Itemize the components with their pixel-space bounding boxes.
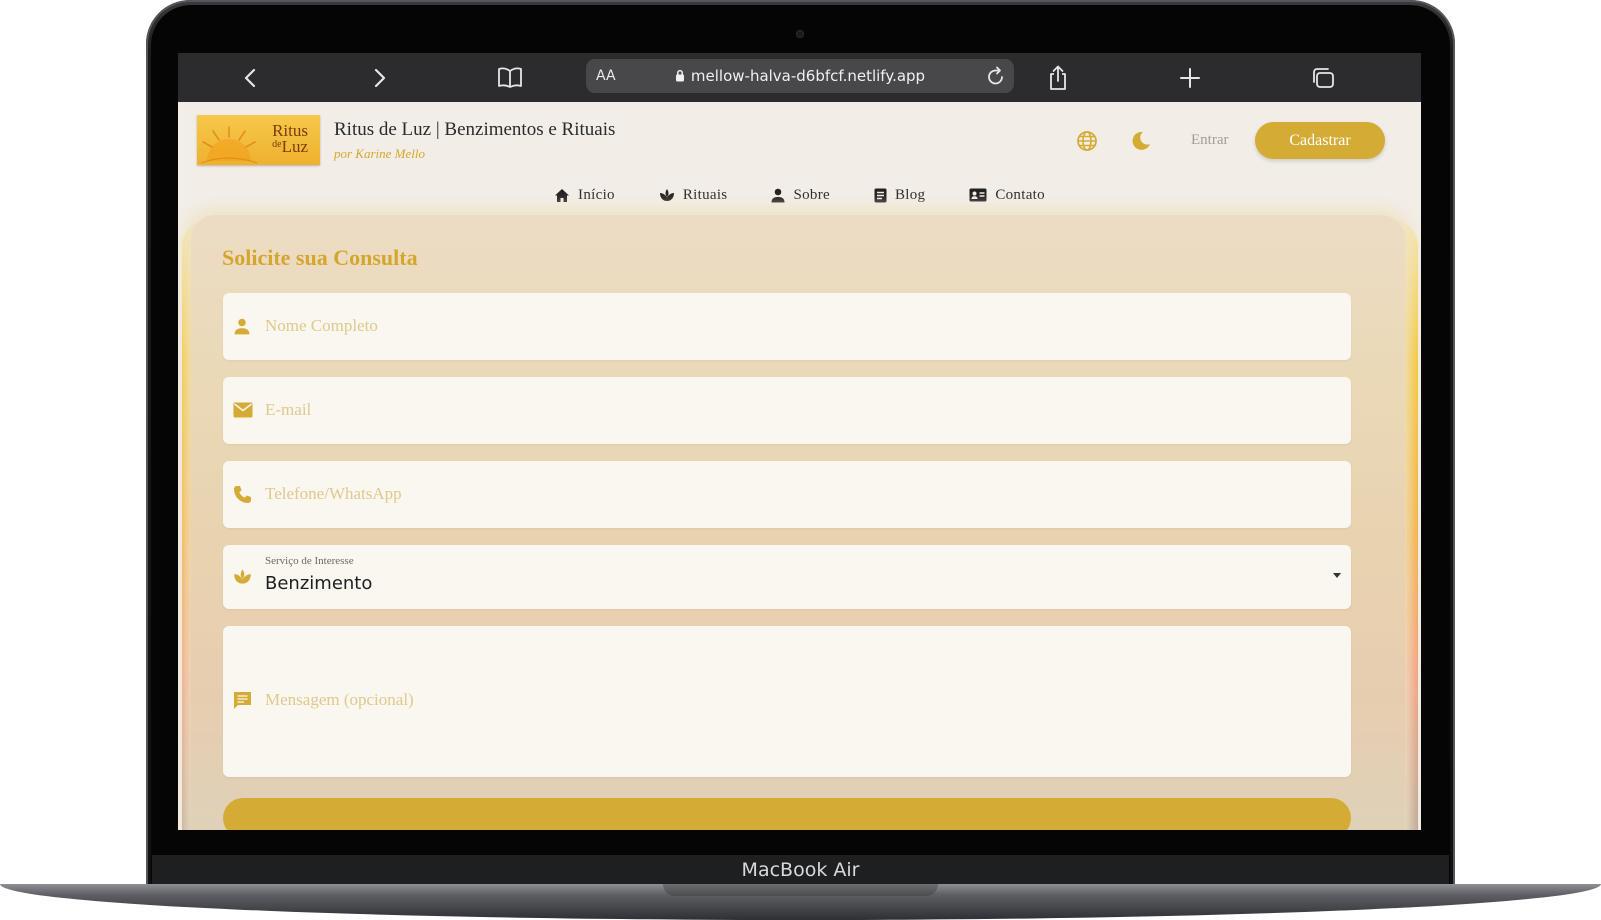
- name-field[interactable]: Nome Completo: [223, 293, 1351, 360]
- nav-item-sobre[interactable]: Sobre: [771, 182, 830, 208]
- phone-placeholder: Telefone/WhatsApp: [265, 484, 402, 503]
- logo-text-luz: Luz: [281, 137, 308, 156]
- logo-text-deluz: deLuz: [272, 137, 308, 157]
- site-header: Ritus deLuz Ritus de Luz | Benzimentos e…: [178, 102, 1421, 214]
- mail-icon: [233, 402, 253, 418]
- nav-item-contato[interactable]: Contato: [969, 182, 1045, 208]
- lotus-icon: [659, 189, 674, 201]
- phone-icon: [234, 486, 251, 503]
- chevron-right-icon: [374, 68, 386, 88]
- back-button[interactable]: [235, 63, 265, 93]
- browser-toolbar: AA mellow-halva-d6bfcf.netlify.app: [178, 53, 1421, 102]
- site-title[interactable]: Ritus de Luz | Benzimentos e Rituais: [334, 119, 615, 141]
- email-placeholder: E-mail: [265, 400, 312, 419]
- main-nav: Início Rituais Sobre Blog Contato: [178, 182, 1421, 208]
- nav-item-label: Rituais: [682, 186, 728, 203]
- lotus-icon: [234, 569, 251, 584]
- nav-item-label: Início: [578, 186, 615, 203]
- nav-item-label: Blog: [894, 186, 926, 203]
- language-button[interactable]: [1075, 129, 1099, 153]
- person-icon: [234, 318, 250, 335]
- moon-icon: [1132, 131, 1150, 150]
- nav-item-blog[interactable]: Blog: [874, 182, 925, 208]
- bookmarks-button[interactable]: [495, 63, 525, 93]
- signup-button[interactable]: Cadastrar: [1255, 122, 1385, 159]
- nav-item-inicio[interactable]: Início: [554, 182, 615, 208]
- message-field[interactable]: Mensagem (opcional): [223, 626, 1351, 777]
- site-subtitle: por Karine Mello: [334, 146, 425, 161]
- message-placeholder: Mensagem (opcional): [265, 690, 414, 709]
- service-value: Benzimento: [265, 573, 373, 594]
- url-text: mellow-halva-d6bfcf.netlify.app: [586, 67, 1014, 85]
- share-icon: [1050, 65, 1066, 90]
- reload-icon[interactable]: [986, 65, 1006, 87]
- camera-icon: [796, 30, 804, 38]
- email-field[interactable]: E-mail: [223, 377, 1351, 444]
- chat-icon: [234, 692, 251, 709]
- name-placeholder: Nome Completo: [265, 316, 378, 335]
- web-page: Ritus deLuz Ritus de Luz | Benzimentos e…: [178, 102, 1421, 830]
- chevron-down-icon: [1333, 573, 1341, 578]
- tabs-overview-button[interactable]: [1308, 63, 1338, 93]
- service-select[interactable]: Serviço de Interesse Benzimento: [223, 545, 1351, 609]
- chevron-left-icon: [244, 68, 256, 88]
- forward-button[interactable]: [365, 63, 395, 93]
- book-icon: [498, 67, 522, 88]
- screen: AA mellow-halva-d6bfcf.netlify.app Ritus…: [178, 53, 1421, 830]
- service-label: Serviço de Interesse: [265, 555, 354, 567]
- lock-icon: [675, 69, 684, 82]
- nav-item-label: Sobre: [793, 186, 830, 203]
- article-icon: [874, 188, 887, 202]
- login-link[interactable]: Entrar: [1191, 132, 1228, 149]
- phone-field[interactable]: Telefone/WhatsApp: [223, 461, 1351, 528]
- site-logo[interactable]: Ritus deLuz: [197, 115, 320, 165]
- sun-icon: [200, 126, 258, 164]
- new-tab-button[interactable]: [1175, 63, 1205, 93]
- globe-icon: [1077, 131, 1097, 151]
- dark-mode-toggle[interactable]: [1129, 129, 1153, 153]
- nav-item-label: Contato: [995, 186, 1045, 203]
- tabs-icon: [1313, 68, 1334, 88]
- home-icon: [555, 188, 570, 202]
- address-bar[interactable]: AA mellow-halva-d6bfcf.netlify.app: [586, 59, 1014, 93]
- contact-card-icon: [969, 188, 987, 202]
- plus-icon: [1180, 68, 1200, 88]
- url-value: mellow-halva-d6bfcf.netlify.app: [690, 67, 926, 85]
- device-label: MacBook Air: [152, 855, 1449, 885]
- nav-item-rituais[interactable]: Rituais: [659, 182, 728, 208]
- share-button[interactable]: [1043, 63, 1073, 93]
- person-icon: [771, 188, 785, 202]
- logo-text-de: de: [272, 139, 282, 150]
- submit-button[interactable]: [223, 798, 1351, 830]
- laptop-hinge: [663, 884, 938, 896]
- form-title: Solicite sua Consulta: [222, 245, 418, 270]
